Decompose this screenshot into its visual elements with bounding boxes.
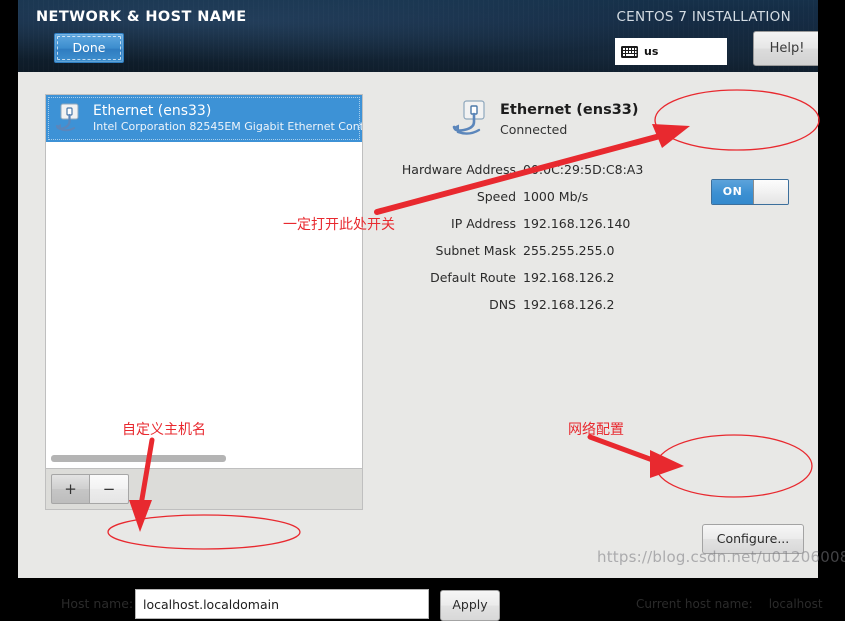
- remove-device-button[interactable]: −: [90, 474, 129, 504]
- list-item-text: Ethernet (ens33) Intel Corporation 82545…: [93, 103, 362, 134]
- table-row: Hardware Address 00:0C:29:5D:C8:A3: [373, 162, 703, 189]
- keyboard-layout-indicator[interactable]: us: [615, 38, 727, 65]
- done-button[interactable]: Done: [54, 33, 124, 63]
- scrollbar-thumb[interactable]: [51, 455, 226, 462]
- hostname-input[interactable]: [135, 589, 429, 619]
- device-list-toolbar: + −: [45, 469, 363, 510]
- network-enable-toggle[interactable]: ON: [711, 179, 789, 205]
- page-title: NETWORK & HOST NAME: [36, 9, 247, 25]
- property-label: IP Address: [451, 216, 516, 231]
- installer-header: NETWORK & HOST NAME Done CENTOS 7 INSTAL…: [18, 0, 818, 72]
- current-hostname: Current host name: localhost: [636, 597, 823, 611]
- property-value: 192.168.126.2: [523, 270, 615, 285]
- list-item-name: Ethernet (ens33): [93, 103, 212, 119]
- installation-title: CENTOS 7 INSTALLATION: [616, 9, 791, 25]
- property-label: Hardware Address: [401, 162, 516, 177]
- annotation-text-configure: 网络配置: [568, 422, 624, 438]
- help-button[interactable]: Help!: [753, 31, 818, 66]
- annotation-text-hostname: 自定义主机名: [122, 422, 206, 438]
- property-value: 1000 Mb/s: [523, 189, 589, 204]
- table-row: IP Address 192.168.126.140: [373, 216, 703, 243]
- property-value: 00:0C:29:5D:C8:A3: [523, 162, 644, 177]
- network-device-list[interactable]: Ethernet (ens33) Intel Corporation 82545…: [45, 94, 363, 469]
- keyboard-icon: [621, 45, 638, 58]
- list-horizontal-scrollbar[interactable]: [46, 455, 362, 462]
- device-status: Connected: [500, 122, 568, 137]
- property-value: 192.168.126.140: [523, 216, 631, 231]
- property-value: 192.168.126.2: [523, 297, 615, 312]
- apply-button[interactable]: Apply: [440, 590, 500, 621]
- add-device-button[interactable]: +: [51, 474, 90, 504]
- device-detail-titles: Ethernet (ens33) Connected: [500, 100, 639, 139]
- table-row: DNS 192.168.126.2: [373, 297, 703, 324]
- ethernet-icon: [55, 103, 79, 131]
- main-content: Ethernet (ens33) Intel Corporation 82545…: [18, 72, 823, 621]
- annotation-text-toggle: 一定打开此处开关: [283, 217, 395, 233]
- device-title: Ethernet (ens33): [500, 102, 639, 118]
- device-detail-pane: Ethernet (ens33) Connected Hardware Addr…: [373, 94, 793, 474]
- current-hostname-value: localhost: [768, 597, 823, 611]
- toggle-state-label: ON: [712, 180, 753, 204]
- current-hostname-label: Current host name:: [636, 597, 753, 611]
- watermark: https://blog.csdn.net/u012060083: [597, 548, 845, 566]
- property-label: DNS: [489, 297, 516, 312]
- property-label: Speed: [476, 189, 516, 204]
- toggle-knob[interactable]: [753, 180, 788, 204]
- installer-screen: NETWORK & HOST NAME Done CENTOS 7 INSTAL…: [0, 0, 845, 621]
- table-row: Speed 1000 Mb/s: [373, 189, 703, 216]
- table-row: Default Route 192.168.126.2: [373, 270, 703, 297]
- property-label: Default Route: [430, 270, 516, 285]
- table-row: Subnet Mask 255.255.255.0: [373, 243, 703, 270]
- keyboard-layout-label: us: [644, 45, 659, 58]
- list-item[interactable]: Ethernet (ens33) Intel Corporation 82545…: [46, 95, 362, 142]
- device-properties-table: Hardware Address 00:0C:29:5D:C8:A3 Speed…: [373, 162, 703, 324]
- device-detail-header: Ethernet (ens33) Connected: [450, 100, 639, 140]
- list-item-description: Intel Corporation 82545EM Gigabit Ethern…: [93, 120, 362, 133]
- property-label: Subnet Mask: [435, 243, 516, 258]
- hostname-label: Host name:: [61, 596, 134, 611]
- ethernet-icon: [452, 100, 485, 135]
- property-value: 255.255.255.0: [523, 243, 615, 258]
